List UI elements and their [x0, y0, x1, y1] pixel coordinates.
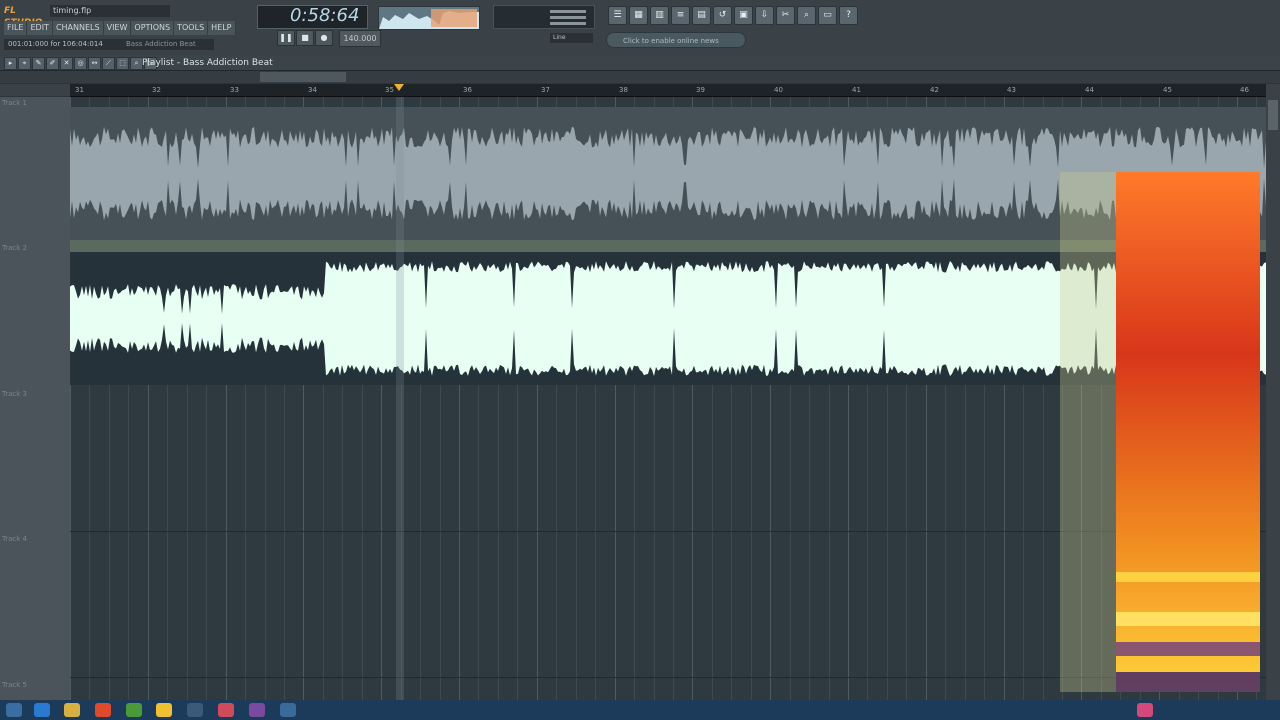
- ruler-tick: 35: [385, 86, 394, 94]
- pause-icon: ❚❚: [279, 33, 293, 42]
- media-task-icon[interactable]: [218, 703, 234, 717]
- app-task-icon[interactable]: [187, 703, 203, 717]
- fl-studio-task-icon[interactable]: [156, 703, 172, 717]
- draw-tool-icon[interactable]: ✎: [32, 57, 45, 70]
- opera-icon[interactable]: [95, 703, 111, 717]
- horizontal-scroll-bar[interactable]: [0, 71, 1280, 83]
- stop-icon: ■: [301, 33, 309, 42]
- menu-view[interactable]: VIEW: [103, 21, 132, 35]
- ruler-tick: 45: [1163, 86, 1172, 94]
- online-news-button[interactable]: Click to enable online news: [606, 32, 746, 48]
- time-ruler[interactable]: 31 32 33 34 35 36 37 38 39 40 41 42 43 4…: [70, 84, 1266, 97]
- song-position-marker-icon[interactable]: [394, 84, 404, 92]
- system-tray[interactable]: [1160, 703, 1270, 717]
- piano-roll-icon[interactable]: ▥: [650, 6, 669, 25]
- zoom-icon[interactable]: ⌕: [797, 6, 816, 25]
- step-sequencer-icon[interactable]: ▦: [629, 6, 648, 25]
- slip-tool-icon[interactable]: ↔: [88, 57, 101, 70]
- hint-bar: 001:01:000 for 106:04:014 Bass Addiction…: [4, 39, 214, 50]
- waveform-preview-icon: [379, 9, 479, 29]
- cpu-memory-meter: [493, 5, 595, 29]
- record-icon: ●: [320, 33, 328, 42]
- menu-help[interactable]: HELP: [208, 21, 236, 35]
- playlist-tools: ▸ ⌖ ✎ ✐ ✕ ◎ ↔ ⟋ ⬚ ⌕ ▷: [4, 57, 157, 70]
- save-icon[interactable]: ▣: [734, 6, 753, 25]
- mixer-icon[interactable]: ▤: [692, 6, 711, 25]
- chrome-icon[interactable]: [126, 703, 142, 717]
- browser-icon[interactable]: ≡: [671, 6, 690, 25]
- ruler-tick: 32: [152, 86, 161, 94]
- song-time-display[interactable]: 0:58:64: [290, 5, 370, 27]
- track-header-column: Track 1 Track 2 Track 3 Track 4 Track 5: [0, 97, 70, 700]
- ruler-tick: 44: [1085, 86, 1094, 94]
- project-filename: timing.flp: [50, 5, 170, 17]
- scroll-thumb[interactable]: [260, 72, 346, 82]
- editor-task-icon[interactable]: [249, 703, 265, 717]
- ruler-tick: 39: [696, 86, 705, 94]
- delete-tool-icon[interactable]: ✕: [60, 57, 73, 70]
- stop-button[interactable]: ■: [296, 30, 314, 46]
- menu-tools[interactable]: TOOLS: [174, 21, 209, 35]
- mute-tool-icon[interactable]: ◎: [74, 57, 87, 70]
- recording-tray-icon[interactable]: [1137, 703, 1153, 717]
- file-explorer-icon[interactable]: [64, 703, 80, 717]
- track-5-label[interactable]: Track 5: [2, 681, 27, 689]
- slice-tool-icon[interactable]: ⟋: [102, 57, 115, 70]
- oscilloscope-panel: [378, 6, 480, 30]
- tools-toggles: ↺ ▣ ⇩ ✂ ⌕ ▭ ?: [713, 6, 858, 25]
- ruler-tick: 31: [75, 86, 84, 94]
- fl-studio-logo: FL STUDIO: [4, 6, 42, 28]
- export-icon[interactable]: ⇩: [755, 6, 774, 25]
- ruler-tick: 40: [774, 86, 783, 94]
- tempo-display[interactable]: 140.000: [339, 30, 381, 47]
- spectrogram-icon: [1060, 172, 1260, 692]
- menu-options[interactable]: OPTIONS: [131, 21, 175, 35]
- snap-options[interactable]: [0, 84, 70, 96]
- tool-task-icon[interactable]: [280, 703, 296, 717]
- track-3-label[interactable]: Track 3: [2, 390, 27, 398]
- menu-channels[interactable]: CHANNELS: [52, 21, 104, 35]
- start-button-icon[interactable]: [6, 703, 22, 717]
- ruler-tick: 37: [541, 86, 550, 94]
- undo-icon[interactable]: ↺: [713, 6, 732, 25]
- track-4-label[interactable]: Track 4: [2, 535, 27, 543]
- ruler-tick: 34: [308, 86, 317, 94]
- hint-pattern: Bass Addiction Beat: [126, 40, 196, 48]
- meter-bars-icon: [550, 10, 586, 25]
- ruler-tick: 36: [463, 86, 472, 94]
- playlist-grid[interactable]: [70, 97, 1266, 700]
- windows-taskbar: [0, 700, 1280, 720]
- pin-icon[interactable]: ⌖: [18, 57, 31, 70]
- playlist-window-icon[interactable]: ☰: [608, 6, 627, 25]
- hint-position: 001:01:000 for 106:04:014: [8, 40, 103, 48]
- menu-bar: FILE EDIT CHANNELS VIEW OPTIONS TOOLS HE…: [4, 21, 236, 35]
- spectrogram-overlay: [1060, 172, 1260, 692]
- ruler-tick: 41: [852, 86, 861, 94]
- ruler-tick: 46: [1240, 86, 1249, 94]
- ruler-tick: 33: [230, 86, 239, 94]
- ruler-tick: 43: [1007, 86, 1016, 94]
- cut-icon[interactable]: ✂: [776, 6, 795, 25]
- window-toggles: ☰ ▦ ▥ ≡ ▤: [608, 6, 711, 25]
- vertical-scroll-thumb[interactable]: [1268, 100, 1278, 130]
- ruler-tick: 38: [619, 86, 628, 94]
- menu-edit[interactable]: EDIT: [27, 21, 53, 35]
- paint-tool-icon[interactable]: ✐: [46, 57, 59, 70]
- clipboard-icon[interactable]: ▭: [818, 6, 837, 25]
- record-button[interactable]: ●: [315, 30, 333, 46]
- menu-arrow-icon[interactable]: ▸: [4, 57, 17, 70]
- vertical-scroll-bar[interactable]: [1266, 84, 1280, 700]
- ie-browser-icon[interactable]: [34, 703, 50, 717]
- track-2-label[interactable]: Track 2: [2, 244, 27, 252]
- playhead-line: [396, 97, 404, 700]
- select-tool-icon[interactable]: ⬚: [116, 57, 129, 70]
- ruler-tick: 42: [930, 86, 939, 94]
- pause-button[interactable]: ❚❚: [277, 30, 295, 46]
- help-icon[interactable]: ?: [839, 6, 858, 25]
- menu-file[interactable]: FILE: [4, 21, 28, 35]
- snap-mode[interactable]: Line: [550, 33, 593, 43]
- track-1-label[interactable]: Track 1: [2, 99, 27, 107]
- playlist-title: Playlist - Bass Addiction Beat: [142, 58, 273, 68]
